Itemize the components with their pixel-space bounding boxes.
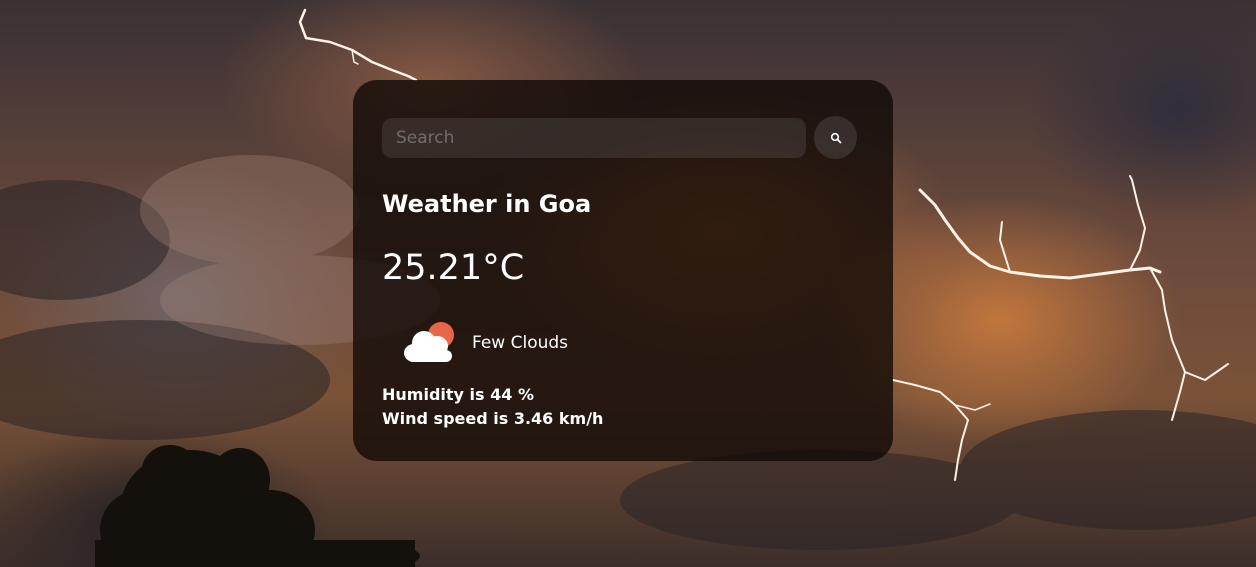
weather-card: Weather in Goa 25.21°C Few Clouds Humidi… [353,80,893,461]
search-icon [830,132,841,143]
weather-description: Few Clouds [472,333,569,353]
search-bar [382,116,857,159]
temperature: 25.21°C [382,248,525,288]
wind-speed-text: Wind speed is 3.46 km/h [382,409,604,428]
search-input[interactable] [382,117,807,158]
few-clouds-icon [404,322,454,362]
search-button[interactable] [814,116,857,159]
humidity-text: Humidity is 44 % [382,385,534,404]
weather-condition: Few Clouds [382,313,857,373]
city-title: Weather in Goa [382,190,592,218]
